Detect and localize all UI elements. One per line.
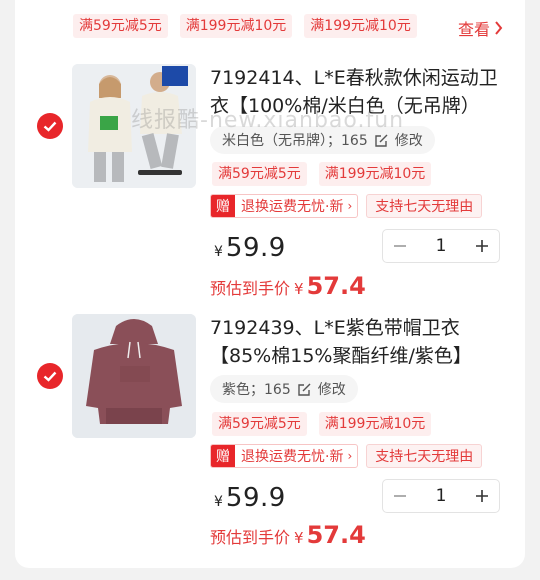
- item-checkbox[interactable]: [37, 363, 63, 389]
- currency-symbol: ¥: [214, 494, 223, 510]
- promo-tag: 满199元减10元: [179, 14, 293, 38]
- edit-icon: [375, 134, 388, 147]
- promo-tag: 满59元减5元: [212, 412, 307, 436]
- edit-label: 修改: [394, 133, 423, 149]
- check-icon: [43, 371, 57, 382]
- promo-tag: 满199元减10元: [318, 162, 432, 186]
- check-icon: [43, 121, 57, 132]
- service-label: 支持七天无理由: [375, 199, 474, 215]
- shipping-insurance-badge[interactable]: 赠 退换运费无忧·新 ›: [210, 194, 359, 218]
- spec-selector[interactable]: 米白色（无吊牌）；165 修改: [210, 126, 435, 154]
- see-more-link[interactable]: 查看: [458, 16, 503, 40]
- quantity-stepper: 1: [382, 479, 500, 513]
- currency-symbol: ¥: [214, 244, 223, 260]
- product-title[interactable]: 7192439、L*E紫色带帽卫衣【85%棉15%聚酯纤维/紫色】: [210, 314, 510, 370]
- product-image[interactable]: [72, 314, 196, 438]
- currency-symbol: ¥: [294, 280, 304, 298]
- quantity-stepper: 1: [382, 229, 500, 263]
- price-value: 59.9: [225, 483, 286, 513]
- item-promo-row: 满59元减5元 满199元减10元: [212, 412, 432, 436]
- minus-icon: [394, 245, 406, 247]
- chevron-right-icon: [495, 21, 503, 35]
- item-price: ¥ 59.9: [214, 483, 286, 513]
- estimated-price-label: 预估到手价: [210, 528, 291, 547]
- service-row: 赠 退换运费无忧·新 › 支持七天无理由: [210, 444, 483, 468]
- service-label: 退换运费无忧·新: [241, 449, 344, 465]
- quantity-value[interactable]: 1: [436, 486, 447, 506]
- product-title[interactable]: 7192414、L*E春秋款休闲运动卫衣【100%棉/米白色（无吊牌）: [210, 64, 510, 120]
- spec-text: 米白色（无吊牌）；165: [222, 133, 368, 149]
- promo-tag: 满199元减10元: [318, 412, 432, 436]
- estimated-price-value: 57.4: [306, 272, 366, 300]
- store-promo-row: 满59元减5元 满199元减10元 满199元减10元: [73, 14, 417, 38]
- increase-button[interactable]: [465, 230, 499, 262]
- edit-icon: [298, 383, 311, 396]
- chevron-right-icon: ›: [347, 449, 353, 463]
- service-label: 退换运费无忧·新: [241, 199, 344, 215]
- price-value: 59.9: [225, 233, 286, 263]
- spec-selector[interactable]: 紫色；165 修改: [210, 375, 358, 403]
- gift-badge: 赠: [211, 195, 235, 217]
- seven-day-return-badge: 支持七天无理由: [366, 444, 483, 468]
- item-price: ¥ 59.9: [214, 233, 286, 263]
- shipping-insurance-badge[interactable]: 赠 退换运费无忧·新 ›: [210, 444, 359, 468]
- gift-badge: 赠: [211, 445, 235, 467]
- service-row: 赠 退换运费无忧·新 › 支持七天无理由: [210, 194, 483, 218]
- seven-day-return-badge: 支持七天无理由: [366, 194, 483, 218]
- item-checkbox[interactable]: [37, 113, 63, 139]
- promo-tag: 满59元减5元: [212, 162, 307, 186]
- currency-symbol: ¥: [294, 529, 304, 547]
- quantity-value[interactable]: 1: [436, 236, 447, 256]
- decrease-button[interactable]: [383, 480, 417, 512]
- edit-label: 修改: [317, 382, 346, 398]
- increase-button[interactable]: [465, 480, 499, 512]
- cart-store-card: 满59元减5元 满199元减10元 满199元减10元 查看 7192414、L…: [15, 0, 525, 568]
- product-image[interactable]: [72, 64, 196, 188]
- promo-tag: 满199元减10元: [304, 14, 417, 38]
- decrease-button[interactable]: [383, 230, 417, 262]
- estimated-price-label: 预估到手价: [210, 279, 291, 298]
- plus-icon: [475, 240, 488, 252]
- spec-text: 紫色；165: [222, 382, 291, 398]
- estimated-price: 预估到手价 ¥ 57.4: [210, 272, 366, 300]
- service-label: 支持七天无理由: [375, 449, 474, 465]
- estimated-price: 预估到手价 ¥ 57.4: [210, 521, 366, 549]
- estimated-price-value: 57.4: [306, 521, 366, 549]
- plus-icon: [475, 490, 488, 502]
- see-more-label: 查看: [457, 20, 490, 39]
- promo-tag: 满59元减5元: [73, 14, 168, 38]
- chevron-right-icon: ›: [347, 199, 353, 213]
- item-promo-row: 满59元减5元 满199元减10元: [212, 162, 432, 186]
- minus-icon: [394, 495, 406, 497]
